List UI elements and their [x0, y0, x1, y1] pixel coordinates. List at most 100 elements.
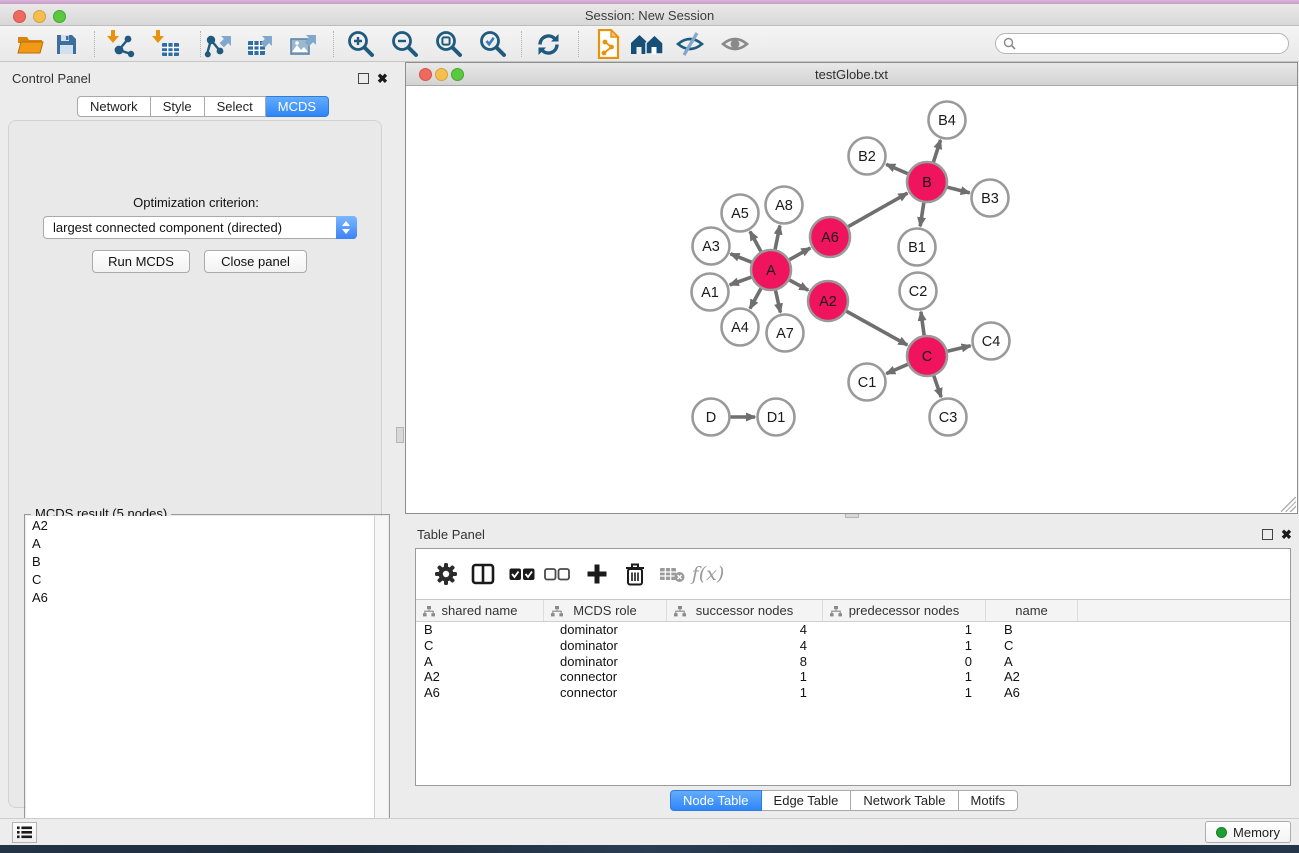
delete-table-button[interactable] [655, 557, 689, 591]
task-history-button[interactable] [12, 822, 37, 843]
split-columns-button[interactable] [466, 557, 500, 591]
column-header-shared-name[interactable]: shared name [416, 600, 544, 621]
table-row-c[interactable]: Cdominator41C [416, 638, 1290, 654]
tab-edge-table[interactable]: Edge Table [762, 790, 852, 811]
hide-detail-button[interactable] [672, 28, 708, 60]
graph-node-B4[interactable]: B4 [929, 102, 966, 139]
node-label: B1 [908, 240, 926, 256]
close-panel-button[interactable]: Close panel [204, 250, 307, 273]
open-session-button[interactable] [12, 28, 48, 60]
node-table: shared nameMCDS rolesuccessor nodesprede… [416, 599, 1290, 785]
table-toolbar: f(x) [416, 549, 1290, 598]
plus-icon [586, 563, 608, 585]
network-canvas[interactable]: A A1 A2 A3 A4 A5 A6 A7 A8 B B1 B2 B3 B4 C C1 C2 C3 C4 D D1 [406, 87, 1297, 513]
save-session-button[interactable] [48, 28, 84, 60]
graph-node-C4[interactable]: C4 [973, 323, 1010, 360]
application-window: Session: New Session [0, 0, 1299, 853]
graph-node-D[interactable]: D [693, 399, 730, 436]
zoom-out-button[interactable] [387, 28, 423, 60]
deselect-all-button[interactable] [540, 557, 574, 591]
graph-node-A6[interactable]: A6 [810, 217, 850, 257]
graph-node-A4[interactable]: A4 [722, 309, 759, 346]
tab-motifs[interactable]: Motifs [959, 790, 1019, 811]
graph-node-C3[interactable]: C3 [930, 399, 967, 436]
node-label: C [922, 349, 932, 365]
cell: 1 [823, 669, 986, 685]
control-panel-titlebar: Control Panel ✖ [0, 62, 390, 94]
graph-node-C2[interactable]: C2 [900, 273, 937, 310]
refresh-button[interactable] [530, 28, 566, 60]
tab-mcds[interactable]: MCDS [266, 96, 329, 117]
tab-select[interactable]: Select [205, 96, 266, 117]
close-panel-icon[interactable]: ✖ [1281, 527, 1292, 543]
export-image-button[interactable] [286, 28, 322, 60]
column-header-predecessor-nodes[interactable]: predecessor nodes [823, 600, 986, 621]
close-panel-icon[interactable]: ✖ [377, 71, 388, 87]
export-network-button[interactable] [201, 28, 237, 60]
graph-node-C[interactable]: C [907, 336, 947, 376]
search-field[interactable] [995, 33, 1289, 54]
list-item[interactable]: A [26, 534, 375, 552]
graph-node-B2[interactable]: B2 [849, 138, 886, 175]
column-header-successor-nodes[interactable]: successor nodes [667, 600, 823, 621]
column-label: name [1015, 603, 1048, 618]
unchecked-boxes-icon [544, 568, 570, 581]
run-mcds-button[interactable]: Run MCDS [92, 250, 190, 273]
network-graph[interactable]: A A1 A2 A3 A4 A5 A6 A7 A8 B B1 B2 B3 B4 C C1 C2 C3 C4 D D1 [406, 87, 1297, 513]
column-header-mcds-role[interactable]: MCDS role [544, 600, 667, 621]
mcds-result-list[interactable]: A2ABCA6 [26, 516, 375, 848]
list-item[interactable]: A6 [26, 588, 375, 606]
table-settings-button[interactable] [429, 557, 463, 591]
graph-node-B[interactable]: B [907, 162, 947, 202]
table-row-a[interactable]: Adominator80A [416, 654, 1290, 670]
window-resize-grip[interactable] [1281, 497, 1296, 512]
network-document-button[interactable] [589, 28, 625, 60]
search-input[interactable] [1020, 37, 1288, 51]
vertical-splitter-grip[interactable] [396, 427, 404, 443]
list-item[interactable]: C [26, 570, 375, 588]
show-eye-button[interactable] [717, 28, 753, 60]
select-all-button[interactable] [505, 557, 539, 591]
graph-node-A8[interactable]: A8 [766, 187, 803, 224]
column-mapping-icon [423, 606, 435, 617]
zoom-selected-button[interactable] [475, 28, 511, 60]
graph-edge-A6-B[interactable] [845, 193, 908, 229]
graph-node-B1[interactable]: B1 [899, 229, 936, 266]
add-column-button[interactable] [580, 557, 614, 591]
delete-column-button[interactable] [618, 557, 652, 591]
list-scrollbar[interactable] [374, 516, 388, 848]
float-panel-icon[interactable] [1262, 529, 1273, 540]
graph-node-A2[interactable]: A2 [808, 281, 848, 321]
list-item[interactable]: B [26, 552, 375, 570]
import-network-button[interactable] [103, 28, 139, 60]
graph-edge-A2-C[interactable] [843, 309, 907, 345]
graph-node-A1[interactable]: A1 [692, 274, 729, 311]
graph-node-A5[interactable]: A5 [722, 195, 759, 232]
tab-network-table[interactable]: Network Table [851, 790, 958, 811]
memory-button[interactable]: Memory [1205, 821, 1291, 843]
graph-node-A[interactable]: A [751, 250, 791, 290]
graph-node-C1[interactable]: C1 [849, 364, 886, 401]
tab-node-table[interactable]: Node Table [670, 790, 762, 811]
graph-node-A7[interactable]: A7 [767, 315, 804, 352]
tab-style[interactable]: Style [151, 96, 205, 117]
table-row-a2[interactable]: A2connector11A2 [416, 669, 1290, 685]
zoom-in-button[interactable] [343, 28, 379, 60]
zoom-fit-button[interactable] [431, 28, 467, 60]
table-row-b[interactable]: Bdominator41B [416, 622, 1290, 638]
node-label: A8 [775, 198, 793, 214]
export-table-button[interactable] [243, 28, 279, 60]
table-row-a6[interactable]: A6connector11A6 [416, 685, 1290, 701]
graph-node-A3[interactable]: A3 [693, 228, 730, 265]
dropdown-stepper-icon [336, 216, 357, 239]
function-builder-button[interactable]: f(x) [691, 557, 725, 591]
list-item[interactable]: A2 [26, 516, 375, 534]
graph-node-B3[interactable]: B3 [972, 180, 1009, 217]
criterion-dropdown[interactable]: largest connected component (directed) [43, 216, 357, 239]
home-button[interactable] [629, 28, 665, 60]
graph-node-D1[interactable]: D1 [758, 399, 795, 436]
float-panel-icon[interactable] [358, 73, 369, 84]
import-table-button[interactable] [148, 28, 184, 60]
tab-network[interactable]: Network [77, 96, 151, 117]
column-header-name[interactable]: name [986, 600, 1078, 621]
